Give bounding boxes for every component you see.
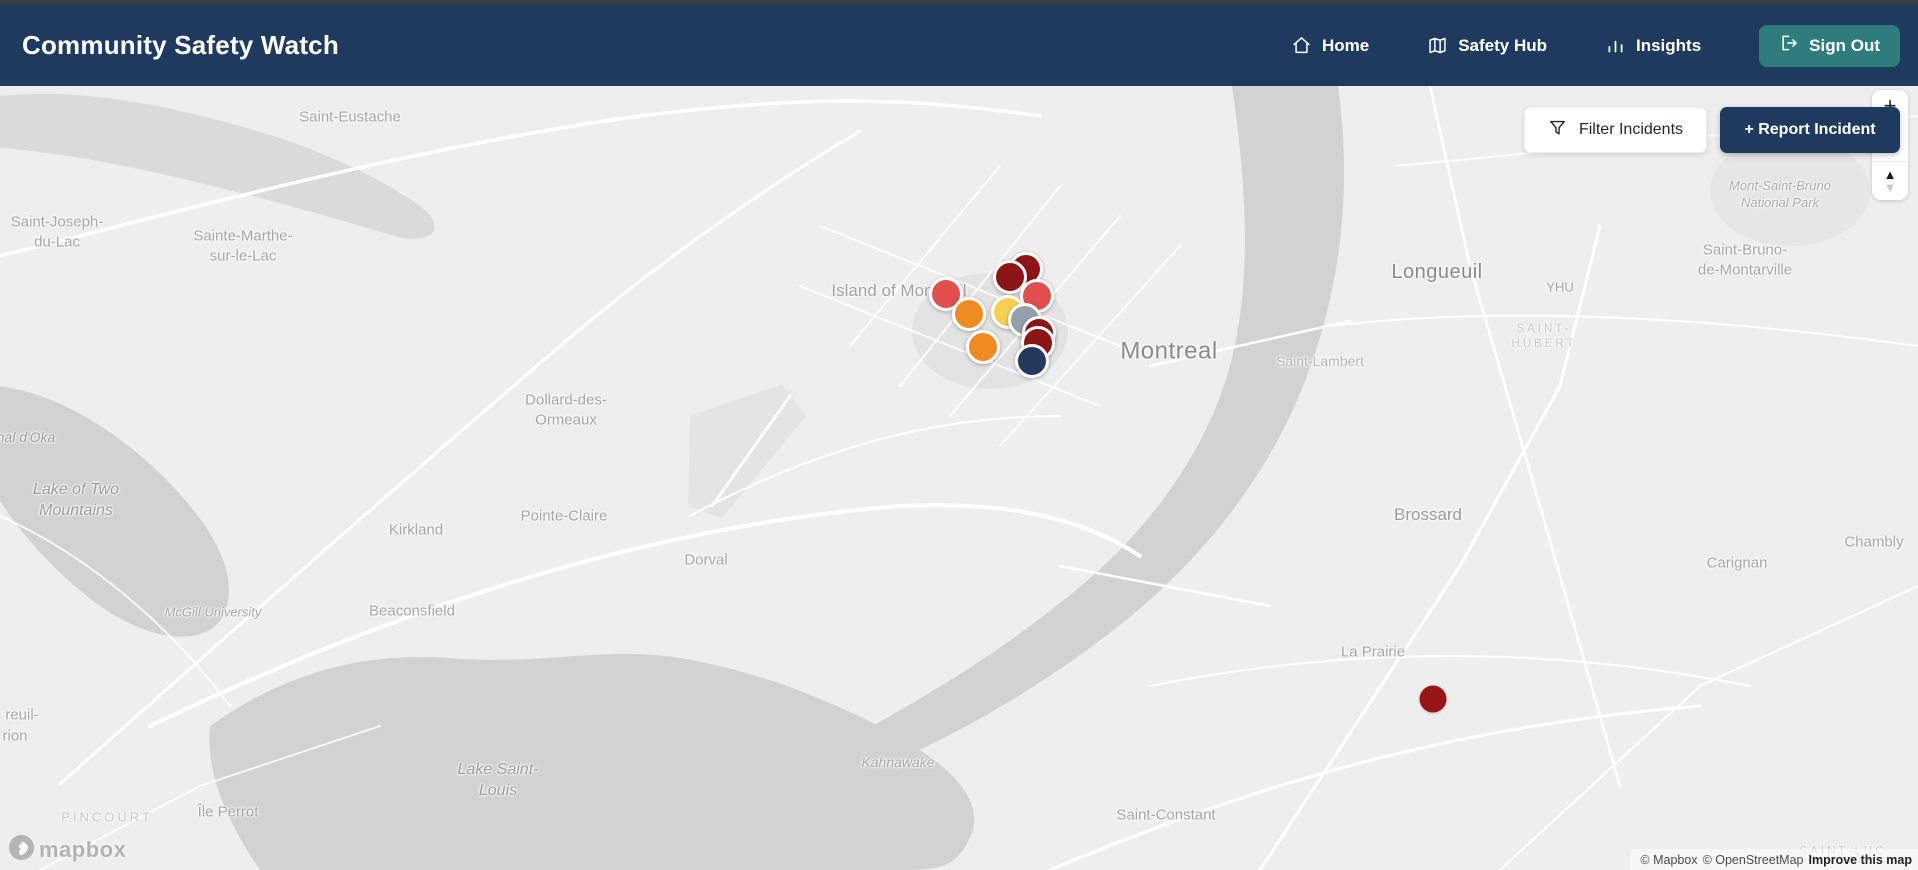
map-label-longueuil: Longueuil: [1391, 261, 1483, 283]
map-label-beaconsfield: Beaconsfield: [369, 602, 455, 620]
map-label-mont-saint-bruno-national-park: Mont-Saint-Bruno National Park: [1729, 178, 1831, 210]
map-label-chambly: Chambly: [1844, 533, 1904, 551]
sign-out-icon: [1779, 33, 1799, 58]
map-label-dorval: Dorval: [684, 551, 728, 569]
map-label-vaudreuil-part-1: reuil-: [5, 706, 39, 724]
nav-item-safety-hub[interactable]: Safety Hub: [1427, 35, 1547, 56]
map-label-saint-constant: Saint-Constant: [1116, 806, 1216, 824]
incident-marker-12[interactable]: [1419, 685, 1447, 713]
map-label-vaudreuil-part-2: rion: [2, 727, 28, 745]
mapbox-logo[interactable]: mapbox: [8, 834, 126, 866]
incident-marker-11[interactable]: [1015, 344, 1049, 378]
home-icon: [1291, 35, 1312, 56]
mapbox-wordmark: mapbox: [39, 837, 127, 862]
incident-marker-10[interactable]: [966, 330, 1000, 364]
page: { "app": { "title": "Community Safety Wa…: [0, 0, 1918, 870]
bar-chart-icon: [1605, 35, 1626, 56]
map-label-la-prairie: La Prairie: [1340, 643, 1406, 661]
map-label-mcgill-university: McGill University: [164, 604, 262, 620]
attribution-improve-link[interactable]: Improve this map: [1809, 853, 1913, 867]
map-label-kirkland: Kirkland: [388, 521, 444, 539]
mapbox-pin-icon: [8, 834, 35, 866]
attribution-mapbox-link[interactable]: © Mapbox: [1640, 853, 1697, 867]
main-nav: Home Safety Hub Insights Sign Out: [1291, 24, 1900, 67]
map-label-yhu: YHU: [1546, 279, 1574, 295]
map-canvas[interactable]: Saint-Eustache Saint-Joseph-du-Lac Sainte-…: [0, 86, 1918, 870]
funnel-icon: [1548, 118, 1567, 142]
map-label-lake-saint-louis: Lake Saint- Louis: [457, 761, 539, 799]
map-label-saint-eustache: Saint-Eustache: [299, 108, 401, 126]
nav-item-home[interactable]: Home: [1291, 35, 1369, 56]
attribution-osm-link[interactable]: © OpenStreetMap: [1703, 853, 1804, 867]
nav-label-insights: Insights: [1636, 35, 1702, 55]
map-label-saint-lambert: Saint-Lambert: [1276, 352, 1364, 369]
map-label-dollard-des-ormeaux: Dollard-des- Ormeaux: [525, 391, 607, 429]
map-label-lake-of-two-mountains: Lake of Two Mountains: [33, 481, 119, 519]
app-title: Community Safety Watch: [22, 30, 339, 60]
map-label-sainte-marthe-sur-le-lac: Sainte-Marthe-sur-le-Lac: [193, 227, 293, 265]
map-label-ile-perrot: Île Perrot: [197, 803, 259, 821]
incident-marker-6[interactable]: [952, 297, 986, 331]
map-label-oka: nal d'Oka: [0, 428, 56, 445]
report-incident-label: + Report Incident: [1744, 121, 1876, 138]
map-basemap: [0, 86, 1918, 870]
filter-incidents-button[interactable]: Filter Incidents: [1524, 107, 1707, 153]
map-label-carignan: Carignan: [1706, 554, 1768, 572]
map-label-montreal: Montreal: [1120, 337, 1218, 365]
map-attribution: © Mapbox © OpenStreetMap Improve this ma…: [1630, 849, 1918, 870]
pitch-down-icon[interactable]: ▼: [1884, 181, 1897, 194]
app-header: Community Safety Watch Home Safety Hub I…: [0, 5, 1918, 86]
sign-out-button[interactable]: Sign Out: [1759, 24, 1900, 67]
map-label-saint-joseph-du-lac: Saint-Joseph-du-Lac: [10, 213, 104, 251]
map-label-brossard: Brossard: [1393, 504, 1463, 524]
map-label-saint-bruno-de-montarville: Saint-Bruno-de-Montarville: [1697, 241, 1793, 279]
map-icon: [1427, 35, 1448, 56]
map-label-pincourt: PINCOURT: [61, 809, 153, 825]
nav-label-safety-hub: Safety Hub: [1458, 35, 1547, 55]
filter-incidents-label: Filter Incidents: [1578, 121, 1684, 138]
map-label-saint-hubert: SAINT- HUBERT: [1511, 323, 1577, 350]
nav-label-home: Home: [1321, 35, 1370, 55]
map-label-pointe-claire: Pointe-Claire: [520, 507, 608, 525]
nav-item-insights[interactable]: Insights: [1605, 35, 1701, 56]
pitch-control[interactable]: ▲ ▼: [1872, 161, 1908, 194]
airport-area: [688, 384, 806, 518]
sign-out-label: Sign Out: [1809, 35, 1880, 55]
report-incident-button[interactable]: + Report Incident: [1720, 107, 1900, 153]
map-label-kahnawake: Kahnawake: [861, 753, 935, 770]
